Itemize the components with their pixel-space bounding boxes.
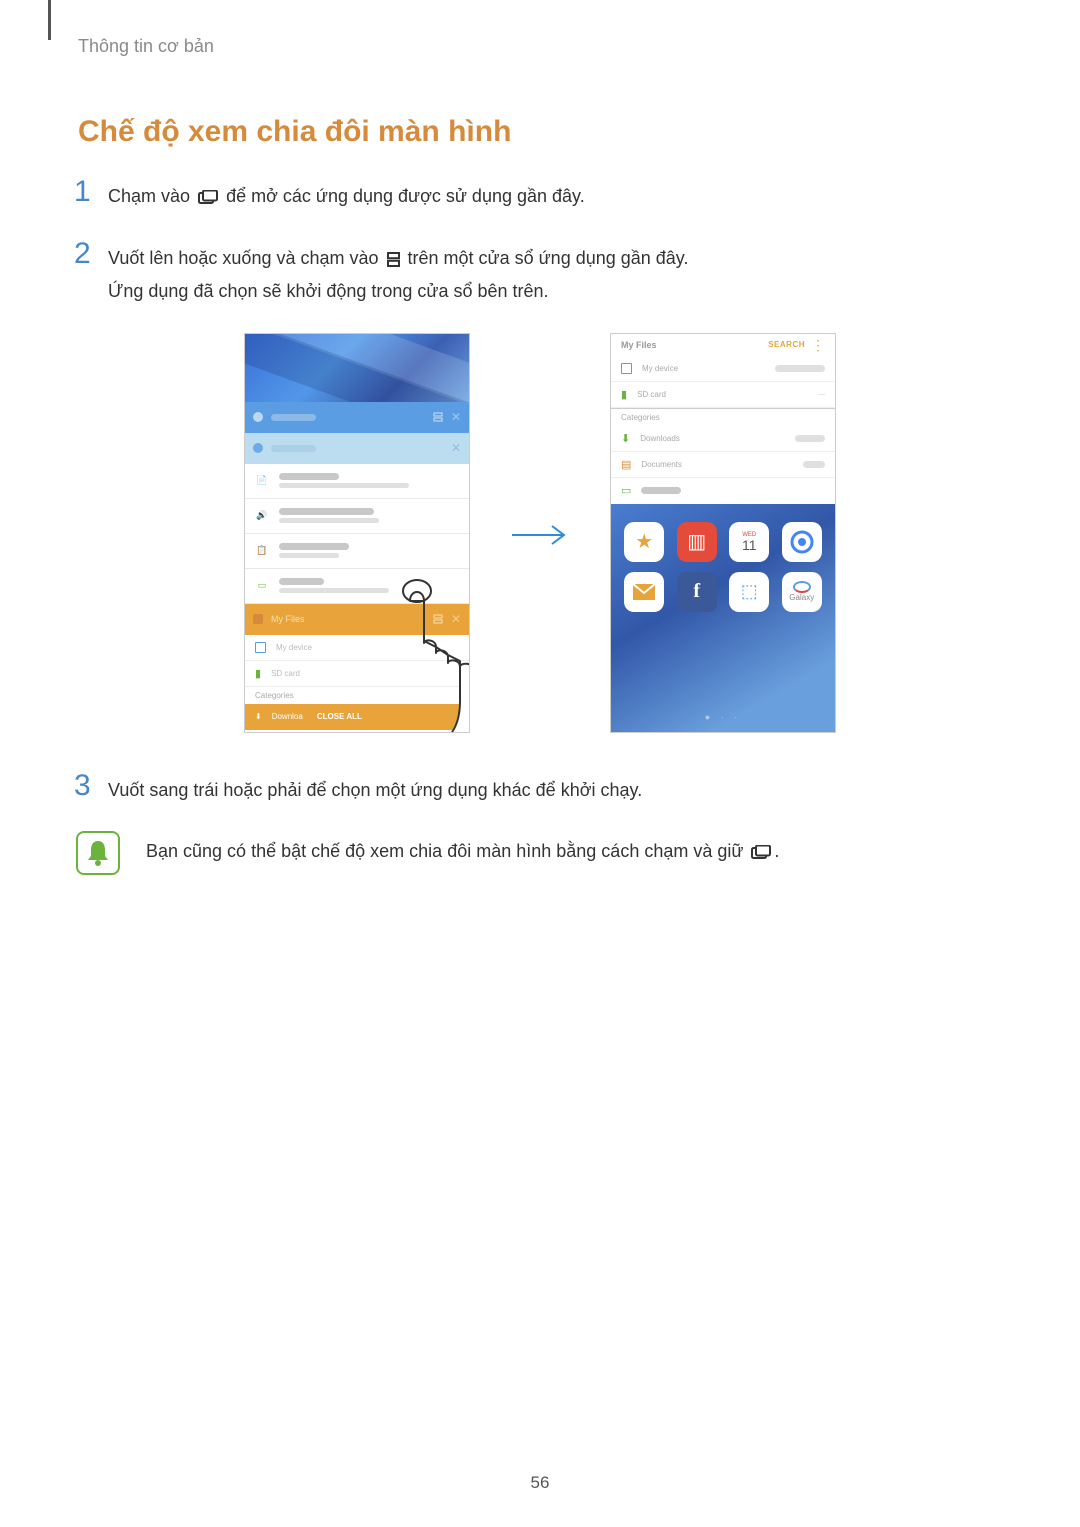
label: Downloads [640,434,785,443]
category-header: Categories [611,409,835,426]
label: My device [276,643,312,652]
search-button: SEARCH [768,340,805,349]
folder-icon [253,614,263,624]
label: Downloa [272,712,303,721]
step-number: 1 [74,177,108,207]
more-icon: ⋮ [811,338,825,352]
illustration: ✕ ✕ 📄 🔊 📋 ▭ My Files ✕ My device ▮SD car… [74,333,1006,733]
arrow-right-icon [510,509,570,557]
card-header-settings: ✕ [245,433,469,464]
settings-item-icon: 🔊 [255,509,269,523]
document-icon: ▤ [621,458,631,471]
app-icon-facebook: f [677,572,717,612]
recent-apps-icon [198,184,218,215]
tip-note: Bạn cũng có thể bật chế độ xem chia đôi … [76,831,1006,875]
section-heading: Chế độ xem chia đôi màn hình [78,115,1006,149]
app-icon-email [624,572,664,612]
close-icon: ✕ [451,441,461,455]
step-text: Chạm vào để mở các ứng dụng được sử dụng… [108,179,585,215]
sdcard-icon: ▮ [255,667,261,680]
text-fragment: trên một cửa sổ ứng dụng gần đây. [408,248,689,268]
text-fragment: Chạm vào [108,186,195,206]
close-all-button: CLOSE ALL [317,712,362,721]
breadcrumb: Thông tin cơ bản [78,36,1006,57]
phone-mock-left: ✕ ✕ 📄 🔊 📋 ▭ My Files ✕ My device ▮SD car… [244,333,470,733]
split-view-icon [433,412,443,422]
app-icon-gallery: ★ [624,522,664,562]
app-icon-finder: ⬚ [729,572,769,612]
phone-mock-right: My Files SEARCH ⋮ My device ▮SD card— Ca… [610,333,836,733]
page-indicator: ● · · [623,702,823,722]
settings-item-icon: ▭ [255,579,269,593]
device-icon [255,642,266,653]
app-grid: ★ ▥ WED11 f ⬚ Galaxy [623,522,823,612]
app-icon-galaxy: Galaxy [782,572,822,612]
text-fragment: . [774,841,779,861]
tip-text: Bạn cũng có thể bật chế độ xem chia đôi … [146,841,779,865]
device-icon [621,363,632,374]
sdcard-icon: ▮ [621,388,627,401]
step-text: Vuốt lên hoặc xuống và chạm vào trên một… [108,241,688,307]
text-fragment: để mở các ứng dụng được sử dụng gần đây. [226,186,585,206]
label: SD card [271,669,300,678]
download-icon: ⬇ [255,712,262,721]
label: Documents [641,460,793,469]
step-number: 2 [74,239,108,269]
download-icon: ⬇ [621,432,630,445]
image-icon: ▭ [621,484,631,497]
settings-item-icon: 📄 [255,474,269,488]
app-title: My Files [271,614,305,624]
step-2: 2 Vuốt lên hoặc xuống và chạm vào trên m… [74,241,1006,307]
hand-pointer-icon [380,571,470,733]
step-number: 3 [74,771,108,801]
app-title: My Files [621,340,657,350]
text-fragment: Ứng dụng đã chọn sẽ khởi động trong cửa … [108,281,549,301]
card-header-internet: ✕ [245,402,469,433]
step-3: 3 Vuốt sang trái hoặc phải để chọn một ứ… [74,773,1006,806]
split-view-icon [387,246,400,277]
app-icon-notes: ▥ [677,522,717,562]
step-text: Vuốt sang trái hoặc phải để chọn một ứng… [108,773,642,806]
app-icon-chrome [782,522,822,562]
text-fragment: Bạn cũng có thể bật chế độ xem chia đôi … [146,841,748,861]
step-1: 1 Chạm vào để mở các ứng dụng được sử dụ… [74,179,1006,215]
settings-item-icon: 📋 [255,544,269,558]
page-number: 56 [0,1473,1080,1493]
tip-bell-icon [76,831,120,875]
recent-apps-icon [751,844,771,865]
close-icon: ✕ [451,410,461,424]
label: SD card [637,390,808,399]
text-fragment: Vuốt lên hoặc xuống và chạm vào [108,248,384,268]
label: My device [642,364,765,373]
app-icon-calendar: WED11 [729,522,769,562]
